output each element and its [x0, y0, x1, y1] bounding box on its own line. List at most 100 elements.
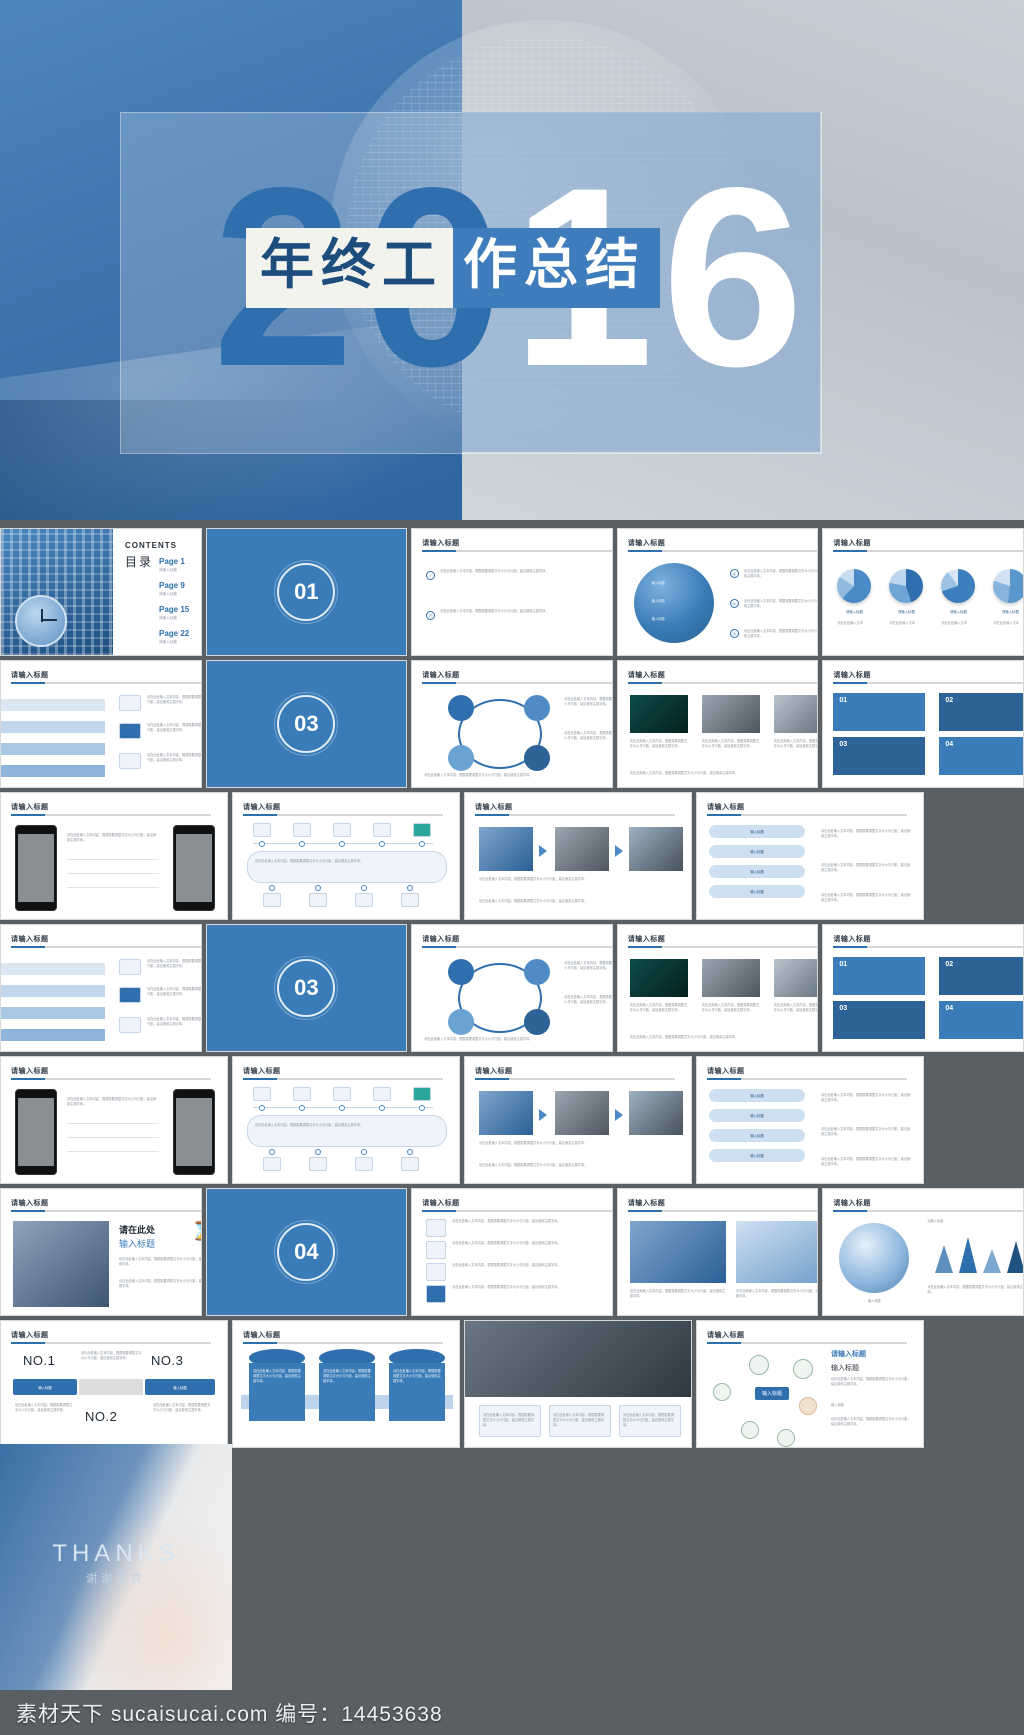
cycle-node-4	[448, 745, 475, 771]
sphere-graphic	[633, 563, 714, 643]
cone-bar-3	[983, 1249, 1002, 1273]
list-text-1: 请在此处输入文本内容，根据需要调整文字大小与行距，建议使用主题字体。	[743, 569, 818, 578]
slide-thumbnail-phones[interactable]: 请输入标题 请在此处输入文本内容，根据需要调整文字大小与行距，建议使用主题字体。	[0, 1056, 228, 1184]
phone-text: 请在此处输入文本内容，根据需要调整文字大小与行距，建议使用主题字体。	[67, 833, 157, 842]
slide-thumbnail-phones[interactable]: 请输入标题 请在此处输入文本内容，根据需要调整文字大小与行距，建议使用主题字体。	[0, 792, 228, 920]
printer-icon	[401, 1157, 419, 1171]
no-text-left: 请在此处输入文本内容，根据需要调整文字大小与行距，建议使用主题字体。	[15, 1403, 73, 1412]
clock-bullet-icon: ◷	[426, 611, 436, 620]
brace-text-3: 请在此处输入文本内容，根据需要调整文字大小与行距，建议使用主题字体。	[821, 893, 911, 902]
slide-thumbnail-arrows[interactable]: 请输入标题 请在此处输入文本内容，根据需要调整文字大小与行距，建议使用主题字体。…	[0, 924, 202, 1052]
slide-thumbnail-contents[interactable]: CONTENTS 目录 Page 1 请输入标题 Page 9 请输入标题 Pa…	[0, 528, 202, 656]
slide-thumbnail-sphere-list[interactable]: 请输入标题 输入标题 输入标题 输入标题 ◎ 请在此处输入文本内容，根据需要调整…	[616, 528, 819, 656]
title-rule	[422, 1210, 612, 1212]
process-caption: 请在此处输入文本内容，根据需要调整文字大小与行距，建议使用主题字体。	[479, 1141, 588, 1145]
slide-thumbnail-city-hourglass[interactable]: 请输入标题 请在此处 输入标题 ⌛ 请在此处输入文本内容，根据需要调整文字大小与…	[0, 1188, 202, 1316]
thumbnail-row: 请输入标题 请在此处 输入标题 ⌛ 请在此处输入文本内容，根据需要调整文字大小与…	[0, 1188, 1024, 1316]
photo-text-1: 请在此处输入文本内容，根据需要调整文字大小与行距，建议使用主题字体。	[629, 739, 688, 748]
card-number-03: 03	[839, 1005, 848, 1012]
slide-thumbnail-three-columns[interactable]: 请输入标题 请在此处输入文本内容，根据需要调整文字大小与行距，建议使用主题字体。…	[232, 1320, 460, 1448]
cycle-node-3	[524, 1009, 551, 1035]
list-text-3: 请在此处输入文本内容，根据需要调整文字大小与行距，建议使用主题字体。	[743, 629, 818, 638]
pill-2[interactable]: 输入标题	[709, 845, 805, 858]
contents-page-4[interactable]: Page 22	[159, 629, 189, 638]
photo-text-3: 请在此处输入文本内容，根据需要调整文字大小与行距，建议使用主题字体。	[773, 1003, 819, 1012]
pill-4[interactable]: 输入标题	[709, 885, 805, 898]
slide-thumbnail-thanks[interactable]: THANKS 谢谢观赏	[0, 1444, 232, 1690]
slide-thumbnail-timeline[interactable]: 请输入标题 请在此处输入文本内容，根据需要调整文字大小与行距，建议使用主题字体。	[232, 792, 460, 920]
title-rule	[627, 1210, 818, 1212]
slide-thumbnail-cycle[interactable]: 请输入标题 请在此处输入文本内容，根据需要调整文字大小与行距，建议使用主题字体。…	[411, 924, 613, 1052]
slide-thumbnail-section-03-b[interactable]: 03	[205, 924, 408, 1052]
slide-thumbnail-cycle[interactable]: 请输入标题 请在此处输入文本内容，根据需要调整文字大小与行距，建议使用主题字体。…	[411, 660, 613, 788]
slide-thumbnail-globe-cones[interactable]: 请输入标题 输入标题 请输入标题 请在此处输入文本内容，根据需要调整文字大小与行…	[822, 1188, 1024, 1316]
slide-title: 请输入标题	[243, 1332, 281, 1339]
slide-title: 请输入标题	[422, 540, 460, 547]
brace-text-2: 请在此处输入文本内容，根据需要调整文字大小与行距，建议使用主题字体。	[821, 863, 911, 872]
slide-thumbnail-handshake[interactable]: 请在此处输入文本内容，根据需要调整文字大小与行距，建议使用主题字体。 请在此处输…	[464, 1320, 692, 1448]
slide-thumbnail-pill-list[interactable]: 请输入标题 输入标题 输入标题 输入标题 输入标题 请在此处输入文本内容，根据需…	[696, 1056, 924, 1184]
slide-thumbnail-no-compare[interactable]: 请输入标题 NO.1 NO.3 请在此处输入文本内容，根据需要调整文字大小与行距…	[0, 1320, 228, 1448]
card-03[interactable]	[833, 1001, 926, 1039]
slide-thumbnail-section-01[interactable]: 01	[205, 528, 408, 656]
slide-title: 请输入标题	[833, 936, 871, 943]
photo-2	[701, 959, 760, 997]
contents-page-3[interactable]: Page 15	[159, 605, 189, 614]
slide-thumbnail-photo-pair[interactable]: 请输入标题 请在此处输入文本内容，根据需要调整文字大小与行距，建议使用主题字体。…	[616, 1188, 819, 1316]
no-chip-left[interactable]: 输入标题	[13, 1379, 77, 1395]
cone-bar-2	[959, 1237, 978, 1273]
pill-2[interactable]: 输入标题	[709, 1109, 805, 1122]
section-number-badge: 03	[274, 956, 339, 1020]
monitor-icon	[119, 695, 141, 711]
slide-thumbnail-section-03[interactable]: 03	[205, 660, 408, 788]
slide-thumbnail-pie-charts[interactable]: 请输入标题 请输入标题 请输入标题 请输入标题 请输入标题 请在此处输入文本 请…	[822, 528, 1024, 656]
no-chip-right[interactable]: 输入标题	[145, 1379, 215, 1395]
pill-4[interactable]: 输入标题	[709, 1149, 805, 1162]
contents-page-2[interactable]: Page 9	[159, 581, 185, 590]
slide-thumbnail-pill-list[interactable]: 请输入标题 输入标题 输入标题 输入标题 输入标题 请在此处输入文本内容，根据需…	[696, 792, 924, 920]
title-rule	[627, 946, 818, 948]
slide-thumbnail-network[interactable]: 请输入标题 输入标题 请输入标题 输入标题 请在此处输入文本内容，根据需要调整文…	[696, 1320, 924, 1448]
slide-thumbnail-photo-trio[interactable]: 请输入标题 请在此处输入文本内容，根据需要调整文字大小与行距，建议使用主题字体。…	[616, 660, 819, 788]
slide-thumbnail-bullets[interactable]: 请输入标题 ✓ 请在此处输入文本内容，根据需要调整文字大小与行距，建议使用主题字…	[411, 528, 613, 656]
card-01[interactable]	[833, 693, 926, 731]
photo-step-1	[479, 827, 533, 871]
slide-thumbnail-timeline[interactable]: 请输入标题 请在此处输入文本内容，根据需要调整文字大小与行距，建议使用主题字体。	[232, 1056, 460, 1184]
pill-3[interactable]: 输入标题	[709, 865, 805, 878]
card-01[interactable]	[833, 957, 926, 995]
slide-title: 请输入标题	[707, 1332, 745, 1339]
no-center-text: 请在此处输入文本内容，根据需要调整文字大小与行距，建议使用主题字体。	[81, 1351, 142, 1360]
slide-thumbnail-icon-list[interactable]: 请输入标题 请在此处输入文本内容，根据需要调整文字大小与行距，建议使用主题字体。…	[411, 1188, 613, 1316]
photo-3	[773, 695, 818, 733]
laptop-icon	[263, 893, 281, 907]
globe-photo-circle	[839, 1223, 910, 1293]
title-rule	[11, 814, 211, 816]
pie-sub-1: 请在此处输入文本	[837, 621, 863, 625]
slide-thumbnail-process-photos[interactable]: 请输入标题 请在此处输入文本内容，根据需要调整文字大小与行距，建议使用主题字体。…	[464, 792, 692, 920]
no-2-label: NO.2	[85, 1409, 118, 1424]
pill-1[interactable]: 输入标题	[709, 825, 805, 838]
slide-thumbnail-quad-cards[interactable]: 请输入标题 01 02 03 04	[822, 660, 1024, 788]
title-rule	[11, 946, 201, 948]
photo-step-3	[629, 827, 683, 871]
slide-thumbnail-quad-cards[interactable]: 请输入标题 01 02 03 04	[822, 924, 1024, 1052]
thumbnail-row: 请输入标题 NO.1 NO.3 请在此处输入文本内容，根据需要调整文字大小与行距…	[0, 1320, 1024, 1448]
slide-thumbnail-section-04[interactable]: 04	[205, 1188, 408, 1316]
thumbnail-row: CONTENTS 目录 Page 1 请输入标题 Page 9 请输入标题 Pa…	[0, 528, 1024, 656]
slide-thumbnail-photo-trio[interactable]: 请输入标题 请在此处输入文本内容，根据需要调整文字大小与行距，建议使用主题字体。…	[616, 924, 819, 1052]
slide-thumbnail-process-photos[interactable]: 请输入标题 请在此处输入文本内容，根据需要调整文字大小与行距，建议使用主题字体。…	[464, 1056, 692, 1184]
pill-1[interactable]: 输入标题	[709, 1089, 805, 1102]
photo-2	[701, 695, 760, 733]
cycle-node-4	[448, 1009, 475, 1035]
card-03[interactable]	[833, 737, 926, 775]
contents-sub-1: 请输入标题	[159, 568, 177, 572]
pill-3[interactable]: 输入标题	[709, 1129, 805, 1142]
photo-step-2	[555, 827, 609, 871]
contents-page-1[interactable]: Page 1	[159, 557, 185, 566]
section-number-badge: 04	[274, 1220, 339, 1284]
laptop-icon	[119, 987, 141, 1003]
slide-thumbnail-arrows[interactable]: 请输入标题 请在此处输入文本内容，根据需要调整文字大小与行距，建议使用主题字体。…	[0, 660, 202, 788]
check-badge-icon	[413, 823, 431, 837]
cycle-node-1	[448, 959, 475, 985]
slide-title: 请输入标题	[627, 540, 666, 547]
